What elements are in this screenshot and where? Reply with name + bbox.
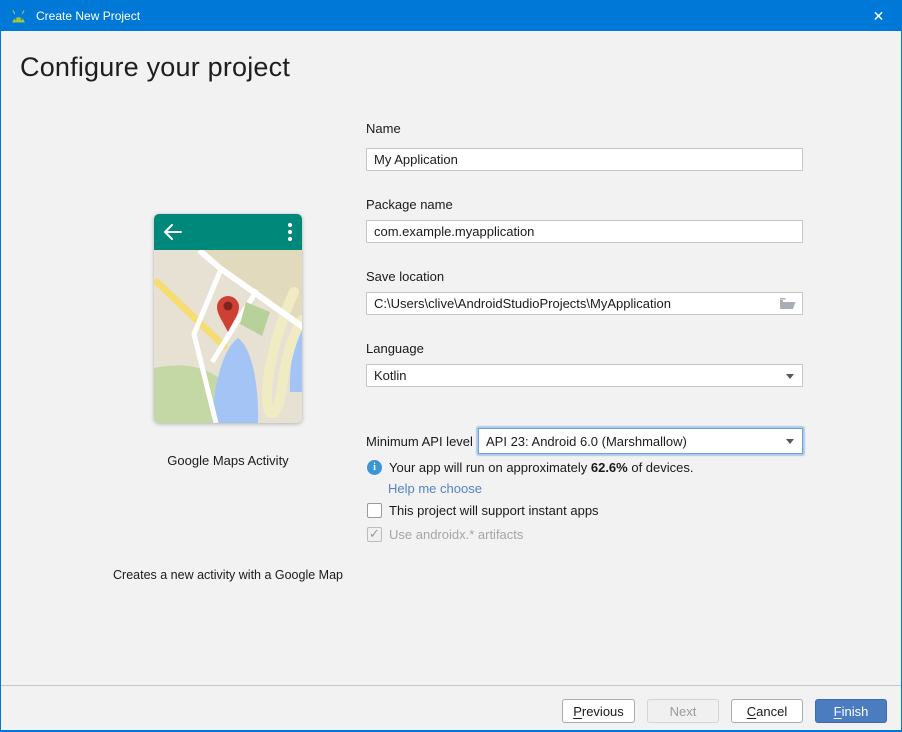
language-value: Kotlin xyxy=(374,368,407,383)
previous-button[interactable]: Previous xyxy=(562,699,635,723)
project-config-form: Name Package name Save location Language… xyxy=(366,1,803,661)
cancel-button[interactable]: Cancel xyxy=(731,699,803,723)
package-name-label: Package name xyxy=(366,197,453,212)
map-preview xyxy=(154,250,302,423)
overflow-menu-icon xyxy=(288,223,292,241)
language-dropdown[interactable]: Kotlin xyxy=(366,364,803,387)
chevron-down-icon xyxy=(786,439,794,444)
min-api-label: Minimum API level xyxy=(366,433,473,450)
instant-apps-checkbox[interactable] xyxy=(367,503,382,518)
close-icon: ✕ xyxy=(873,8,885,25)
language-label: Language xyxy=(366,341,424,356)
next-button: Next xyxy=(647,699,719,723)
androidx-label: Use androidx.* artifacts xyxy=(389,527,523,542)
min-api-value: API 23: Android 6.0 (Marshmallow) xyxy=(486,434,687,449)
api-info-row: i Your app will run on approximately 62.… xyxy=(367,460,694,475)
browse-folder-icon[interactable] xyxy=(779,297,796,310)
preview-appbar xyxy=(154,214,302,250)
footer-separator xyxy=(1,685,901,686)
instant-apps-label: This project will support instant apps xyxy=(389,503,599,518)
min-api-dropdown[interactable]: API 23: Android 6.0 (Marshmallow) xyxy=(478,428,803,454)
help-me-choose-link[interactable]: Help me choose xyxy=(388,481,482,496)
api-info-text: Your app will run on approximately 62.6%… xyxy=(389,460,694,475)
window-title: Create New Project xyxy=(36,9,140,23)
save-location-label: Save location xyxy=(366,269,444,284)
device-percentage: 62.6% xyxy=(591,460,628,475)
name-label: Name xyxy=(366,121,401,136)
android-logo-icon xyxy=(10,9,27,24)
androidx-checkbox-row: Use androidx.* artifacts xyxy=(367,527,523,542)
androidx-checkbox xyxy=(367,527,382,542)
template-preview-card xyxy=(154,214,302,423)
page-title: Configure your project xyxy=(20,52,290,83)
back-arrow-icon xyxy=(165,225,181,239)
info-icon: i xyxy=(367,460,382,475)
instant-apps-checkbox-row[interactable]: This project will support instant apps xyxy=(367,503,599,518)
package-name-input[interactable] xyxy=(366,220,803,243)
close-button[interactable]: ✕ xyxy=(856,1,901,31)
finish-button[interactable]: Finish xyxy=(815,699,887,723)
create-new-project-dialog: Create New Project ✕ Configure your proj… xyxy=(0,0,902,732)
template-name: Google Maps Activity xyxy=(78,453,378,468)
chevron-down-icon xyxy=(786,374,794,379)
name-input[interactable] xyxy=(366,148,803,171)
save-location-input[interactable] xyxy=(366,292,803,315)
